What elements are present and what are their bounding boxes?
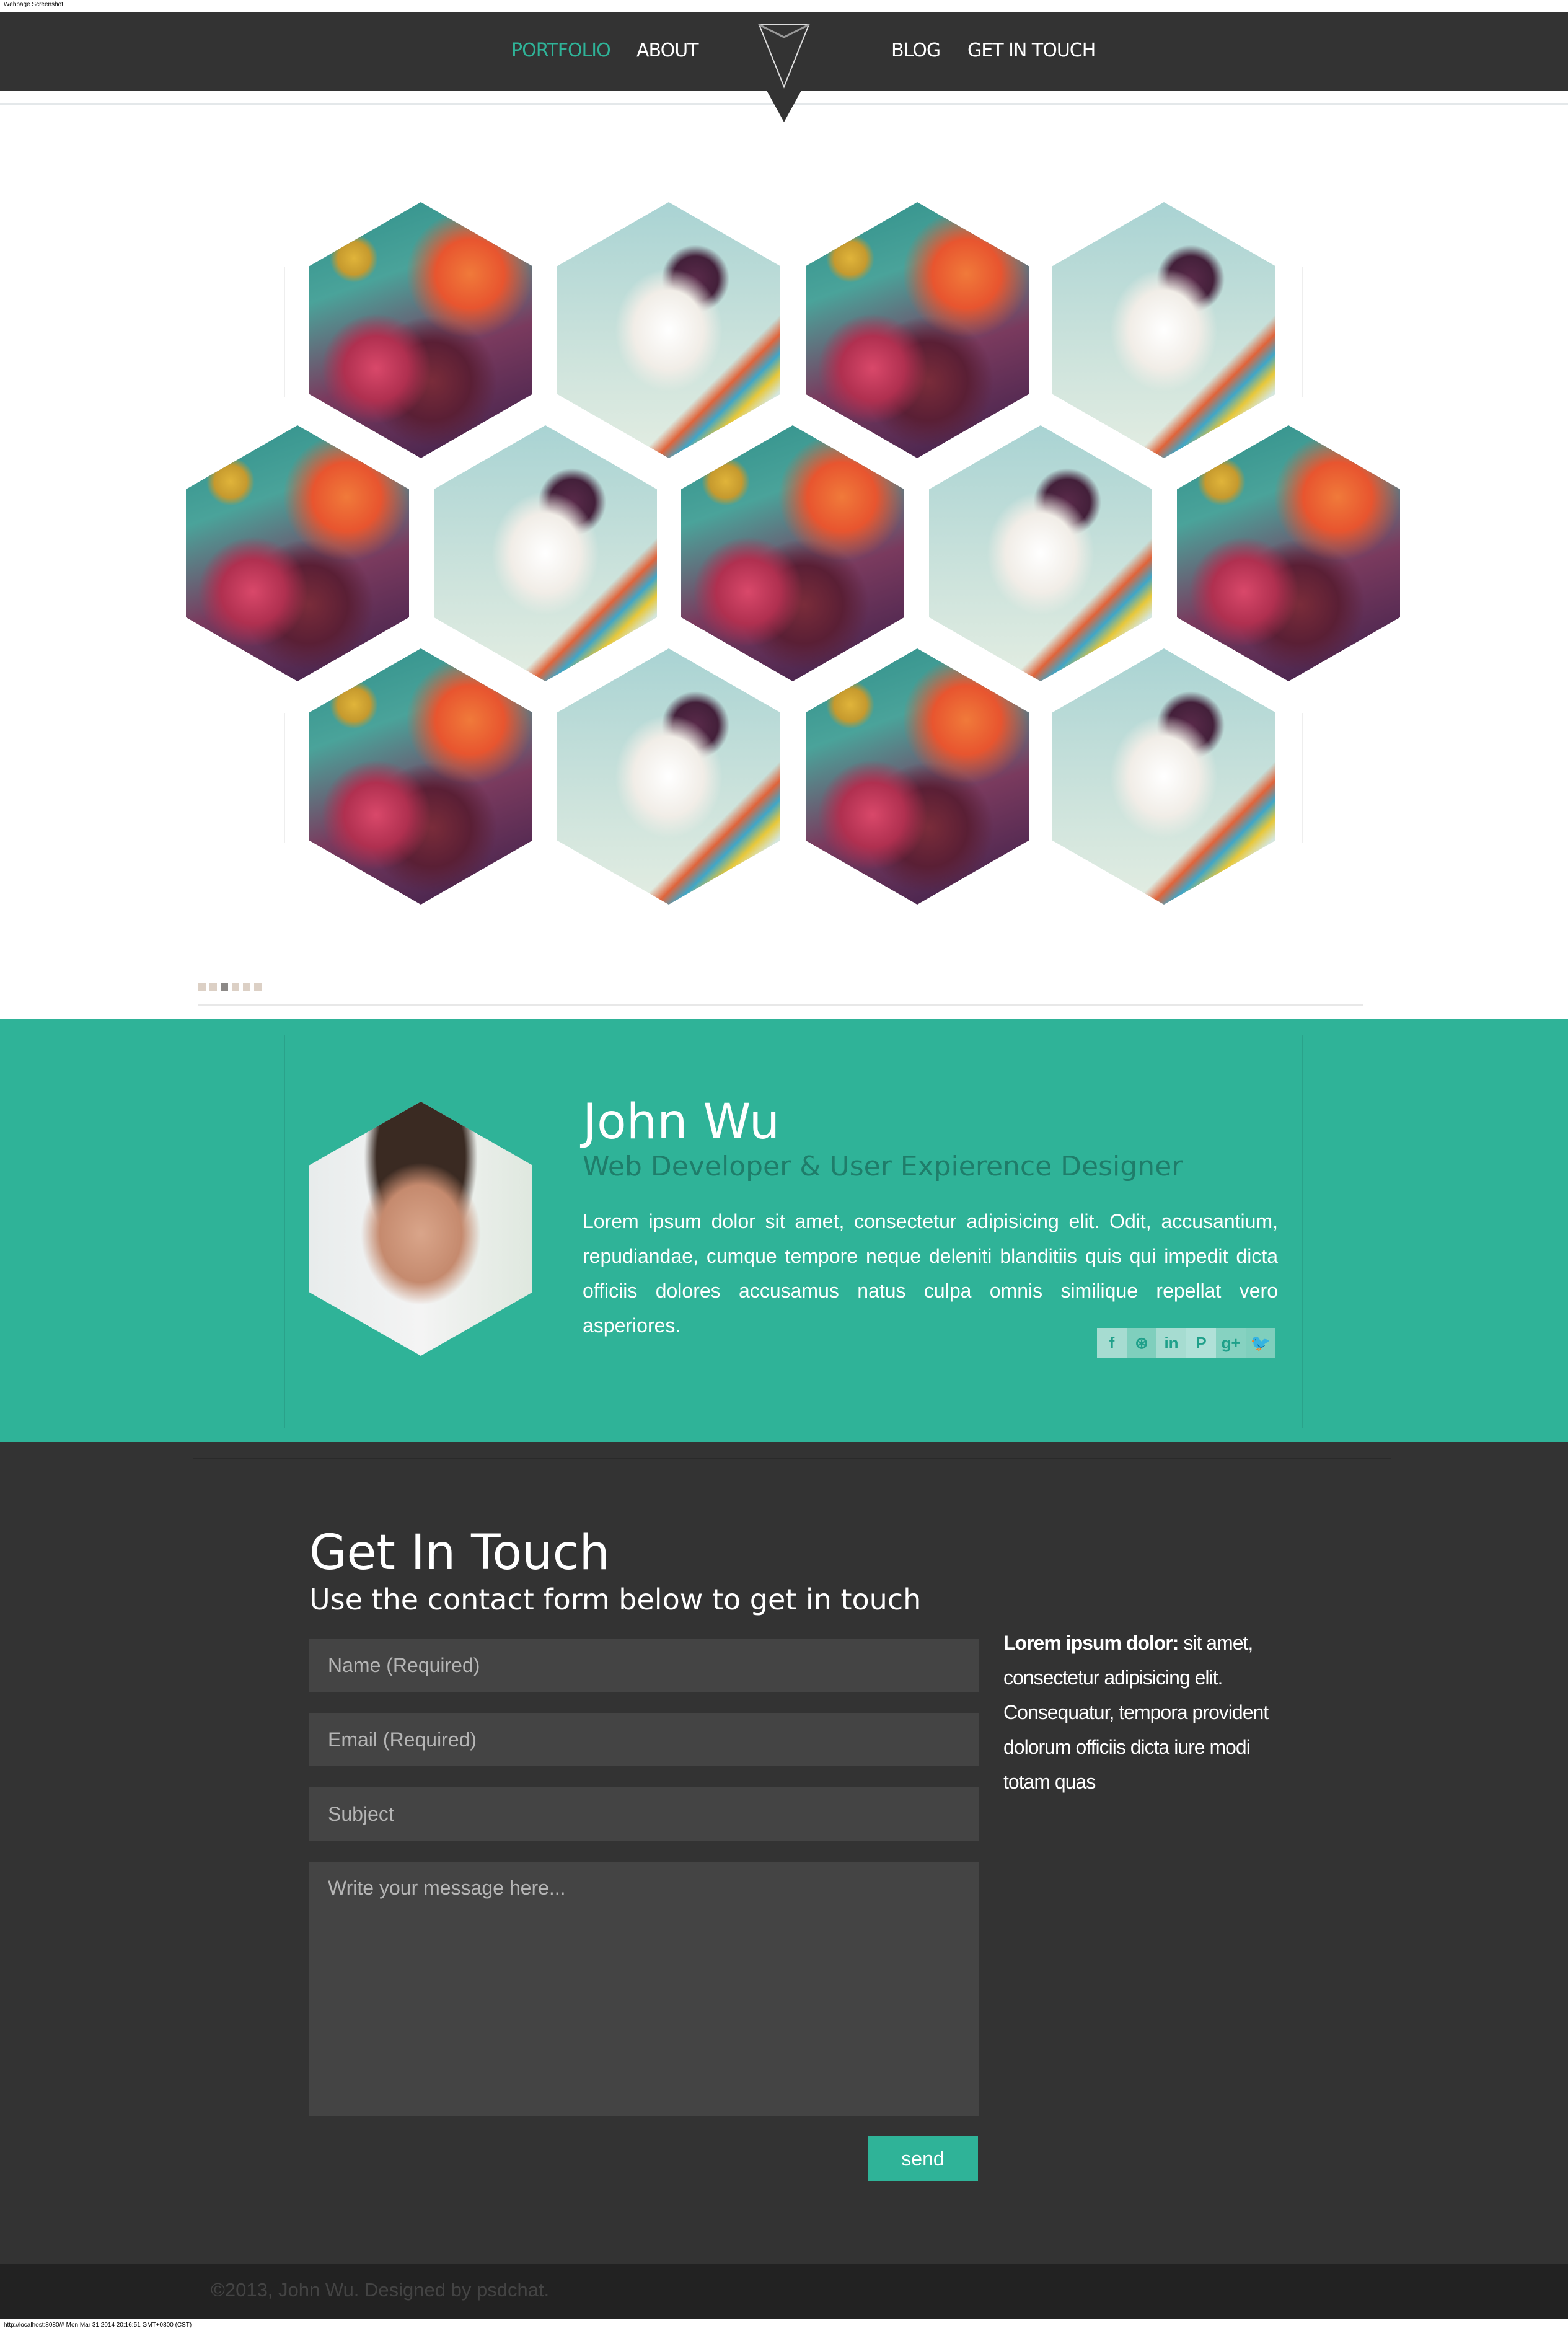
portfolio-item[interactable] — [186, 425, 409, 681]
page-dot[interactable] — [232, 983, 239, 991]
side-text-body: sit amet, consectetur adipisicing elit. … — [1003, 1632, 1269, 1793]
social-links: f ⊛ in P g+ 🐦 — [1097, 1328, 1275, 1358]
portfolio-item[interactable] — [929, 425, 1152, 681]
nav-blog[interactable]: BLOG — [891, 40, 941, 61]
portfolio-item[interactable] — [681, 425, 904, 681]
divider — [1302, 1035, 1303, 1428]
profile-bio: Lorem ipsum dolor sit amet, consectetur … — [583, 1210, 1278, 1337]
divider — [1302, 267, 1303, 397]
divider — [284, 267, 285, 397]
logo-icon[interactable] — [738, 12, 830, 124]
name-input[interactable] — [309, 1639, 979, 1692]
page-dot[interactable] — [198, 983, 206, 991]
twitter-icon[interactable]: 🐦 — [1246, 1328, 1275, 1358]
dribbble-icon[interactable]: ⊛ — [1127, 1328, 1156, 1358]
divider — [198, 1004, 1363, 1006]
nav-get-in-touch[interactable]: GET IN TOUCH — [967, 40, 1096, 61]
contact-section — [0, 1442, 1568, 2264]
linkedin-icon[interactable]: in — [1156, 1328, 1186, 1358]
portfolio-item[interactable] — [434, 425, 657, 681]
portfolio-item[interactable] — [557, 202, 780, 458]
portfolio-item[interactable] — [1052, 648, 1275, 905]
portfolio-item[interactable] — [309, 202, 532, 458]
divider — [284, 1035, 285, 1428]
contact-side-text: Lorem ipsum dolor: sit amet, consectetur… — [1003, 1626, 1276, 1799]
page-dot[interactable] — [243, 983, 250, 991]
profile-role: Web Developer & User Expierence Designer — [583, 1151, 1183, 1182]
subject-input[interactable] — [309, 1787, 979, 1841]
portfolio-item[interactable] — [557, 648, 780, 905]
capture-label: Webpage Screenshot — [4, 1, 63, 8]
copyright: ©2013, John Wu. Designed by psdchat. — [211, 2279, 550, 2301]
side-text-bold: Lorem ipsum dolor: — [1003, 1632, 1179, 1654]
page-dot[interactable] — [209, 983, 217, 991]
portfolio-item[interactable] — [309, 648, 532, 905]
divider — [1302, 713, 1303, 843]
nav-portfolio[interactable]: PORTFOLIO — [511, 40, 611, 61]
pinterest-icon[interactable]: P — [1186, 1328, 1216, 1358]
google-plus-icon[interactable]: g+ — [1216, 1328, 1246, 1358]
contact-subtitle: Use the contact form below to get in tou… — [309, 1583, 922, 1616]
message-textarea[interactable] — [309, 1862, 979, 2116]
facebook-icon[interactable]: f — [1097, 1328, 1127, 1358]
profile-name: John Wu — [583, 1094, 780, 1150]
portfolio-item[interactable] — [1177, 425, 1400, 681]
nav-about[interactable]: ABOUT — [636, 40, 698, 61]
portfolio-item[interactable] — [806, 202, 1029, 458]
contact-title: Get In Touch — [309, 1525, 610, 1581]
page-dot[interactable] — [254, 983, 262, 991]
page-dot-active[interactable] — [221, 983, 228, 991]
send-button[interactable]: send — [868, 2136, 978, 2181]
divider — [284, 713, 285, 843]
status-url: http://localhost:8080/# Mon Mar 31 2014 … — [4, 2322, 192, 2329]
email-input[interactable] — [309, 1713, 979, 1766]
portfolio-item[interactable] — [806, 648, 1029, 905]
portfolio-item[interactable] — [1052, 202, 1275, 458]
divider — [193, 1458, 1391, 1459]
